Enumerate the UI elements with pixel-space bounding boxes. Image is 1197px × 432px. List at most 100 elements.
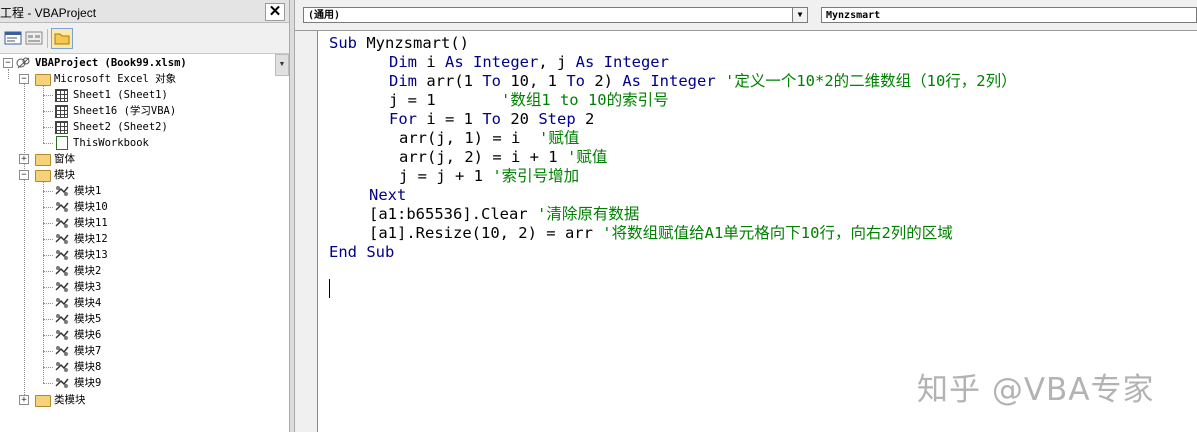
project-pane-toolbar: ▼ [0,23,289,76]
workbook-icon [56,136,68,150]
module-icon [55,266,69,276]
expand-expander[interactable]: + [19,154,29,164]
module-icon [55,234,69,244]
folder-icon [54,33,70,45]
folder-label: 模块 [54,169,75,181]
tree-item-workbook[interactable]: ThisWorkbook [0,135,289,151]
code-line: Dim arr(1 To 10, 1 To 2) As Integer '定义一… [389,72,1017,90]
tree-item-forms[interactable]: + 窗体 [0,151,289,167]
collapse-expander[interactable]: − [3,58,13,68]
tree-item-module[interactable]: 模块8 [0,359,289,375]
tree-item-module[interactable]: 模块4 [0,295,289,311]
sheet-label: Sheet2 (Sheet2) [73,121,168,133]
module-label: 模块6 [74,329,102,341]
tree-item-module[interactable]: 模块1 [0,183,289,199]
procedure-dropdown-value: Mynzsmart [826,10,881,21]
tree-item-module[interactable]: 模块3 [0,279,289,295]
tree-item-modules[interactable]: − 模块 [0,167,289,183]
tree-connector [43,383,53,384]
project-pane-titlebar: 工程 - VBAProject ✕ [0,0,289,23]
collapse-expander[interactable]: − [19,74,29,84]
module-icon [55,314,69,324]
module-label: 模块1 [74,185,102,197]
module-label: 模块11 [74,217,108,229]
code-line: [a1:b65536].Clear '清除原有数据 [369,205,640,223]
sheet-label: Sheet1 (Sheet1) [73,89,168,101]
tree-item-sheet[interactable]: Sheet16 (学习VBA) [0,103,289,119]
code-line: arr(j, 1) = i '赋值 [399,129,580,147]
module-icon [55,298,69,308]
folder-icon [35,154,51,166]
view-object-icon[interactable] [24,28,44,48]
tree-item-module[interactable]: 模块9 [0,375,289,391]
tree-connector [43,95,53,96]
module-label: 模块7 [74,345,102,357]
tree-connector [43,111,53,112]
tree-connector [43,223,53,224]
module-icon [55,362,69,372]
tree-item-sheet[interactable]: Sheet2 (Sheet2) [0,119,289,135]
tree-item-module[interactable]: 模块13 [0,247,289,263]
code-line: For i = 1 To 20 Step 2 [389,110,595,128]
open-folder-icon [35,170,51,182]
module-label: 模块3 [74,281,102,293]
collapse-expander[interactable]: − [19,170,29,180]
tree-item-sheet[interactable]: Sheet1 (Sheet1) [0,87,289,103]
text-caret [329,279,330,298]
chevron-down-icon[interactable]: ▼ [792,8,807,22]
tree-connector [43,207,53,208]
module-label: 模块5 [74,313,102,325]
module-label: 模块9 [74,377,102,389]
project-explorer-pane: 工程 - VBAProject ✕ ▼ − VBAProject (Book99… [0,0,289,432]
view-code-icon[interactable] [3,28,23,48]
tree-item-module[interactable]: 模块2 [0,263,289,279]
tree-item-module[interactable]: 模块5 [0,311,289,327]
worksheet-icon [55,105,68,118]
tree-connector [43,351,53,352]
tree-item-module[interactable]: 模块11 [0,215,289,231]
folder-label: 类模块 [54,394,86,406]
procedure-dropdown[interactable]: Mynzsmart [821,7,1197,23]
tree-item-project[interactable]: − VBAProject (Book99.xlsm) [0,55,289,71]
code-line: arr(j, 2) = i + 1 '赋值 [399,148,608,166]
expand-expander[interactable]: + [19,395,29,405]
module-icon [55,282,69,292]
watermark: 知乎 @VBA专家 [917,372,1155,408]
toolbar-separator [47,29,48,48]
tree-item-module[interactable]: 模块6 [0,327,289,343]
module-icon [55,218,69,228]
tree-connector [43,239,53,240]
module-label: 模块2 [74,265,102,277]
code-line: Sub Mynzsmart() [329,34,469,52]
tree-connector [43,143,53,144]
module-icon [55,186,69,196]
project-pane-title: 工程 - VBAProject [0,6,97,20]
code-line: Dim i As Integer, j As Integer [389,53,669,71]
tree-item-excel-objects[interactable]: − Microsoft Excel 对象 [0,71,289,87]
project-label: VBAProject (Book99.xlsm) [35,57,187,69]
folder-label: 窗体 [54,153,75,165]
toggle-folders-button[interactable] [51,28,73,49]
tree-item-module[interactable]: 模块12 [0,231,289,247]
tree-item-module[interactable]: 模块10 [0,199,289,215]
code-margin-indicator-bar[interactable] [295,31,318,432]
module-icon [55,378,69,388]
workbook-label: ThisWorkbook [73,137,149,149]
close-icon[interactable]: ✕ [265,3,285,21]
folder-label: Microsoft Excel 对象 [54,73,177,85]
open-folder-icon [35,74,51,86]
object-dropdown[interactable]: (通用) ▼ [303,7,808,23]
code-line: j = 1 '数组1 to 10的索引号 [389,91,669,109]
folder-icon [35,395,51,407]
module-label: 模块13 [74,249,108,261]
module-label: 模块8 [74,361,102,373]
module-label: 模块4 [74,297,102,309]
sheet-label: Sheet16 (学习VBA) [73,105,177,117]
tree-item-class-modules[interactable]: + 类模块 [0,392,289,408]
module-icon [55,202,69,212]
tree-connector [43,255,53,256]
worksheet-icon [55,89,68,102]
tree-connector [43,367,53,368]
module-icon [55,250,69,260]
tree-item-module[interactable]: 模块7 [0,343,289,359]
